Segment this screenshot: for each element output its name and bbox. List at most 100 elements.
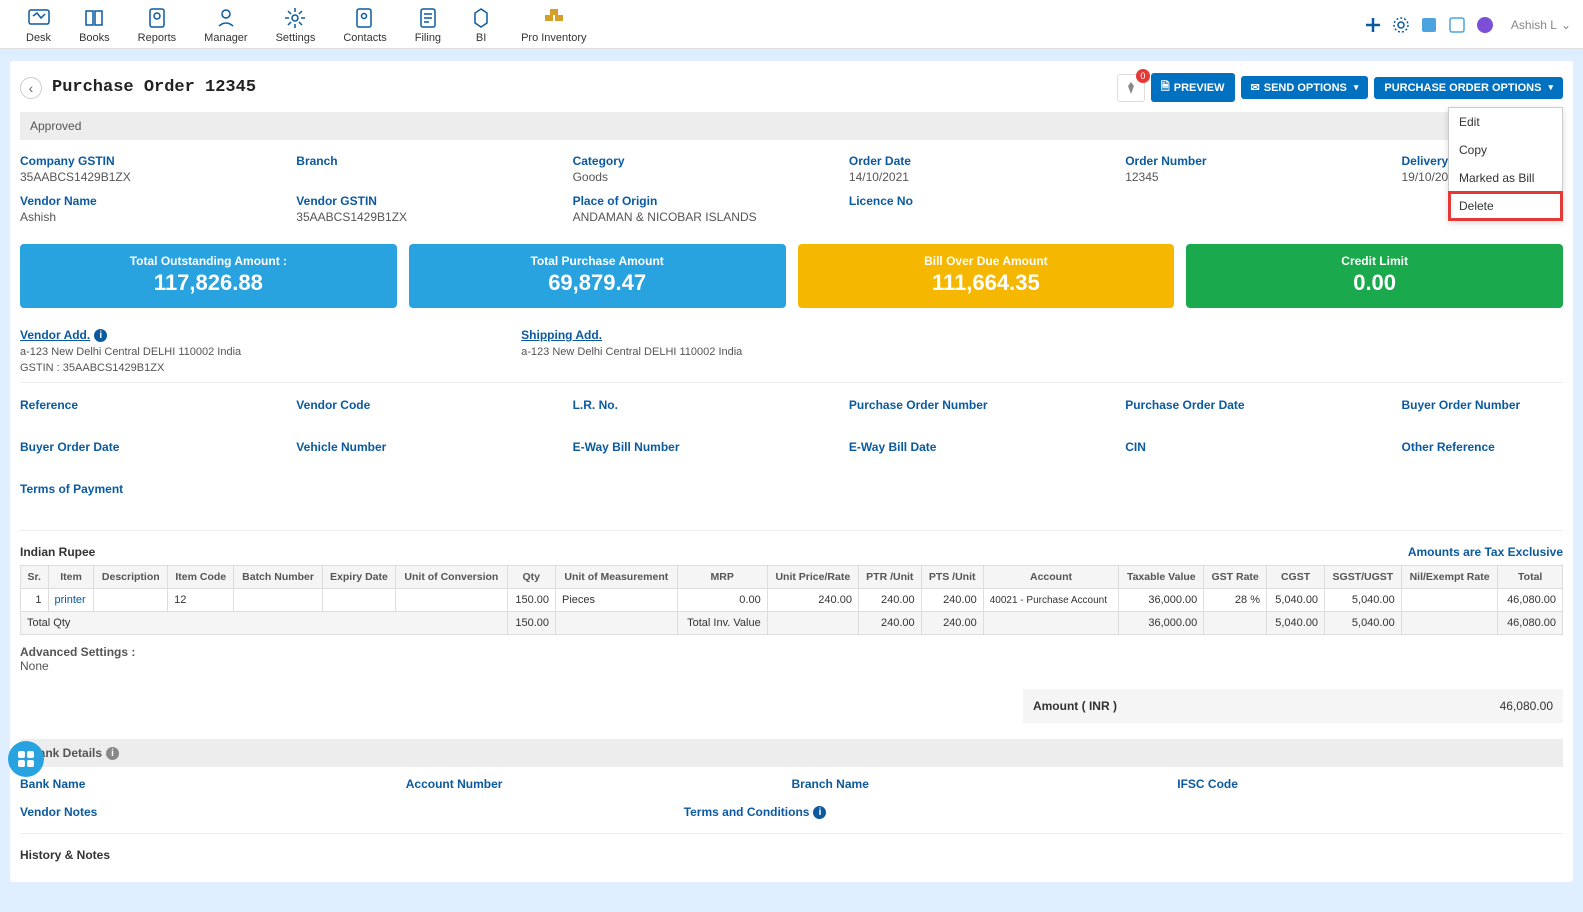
metrics-row: Total Outstanding Amount :117,826.88 Tot… bbox=[20, 244, 1563, 308]
calculator-icon[interactable] bbox=[1419, 15, 1439, 35]
status-bar: Approved bbox=[20, 112, 1563, 140]
nav-settings[interactable]: Settings bbox=[262, 4, 330, 46]
page-header: ‹ Purchase Order 12345 0 🗎PREVIEW ✉SEND … bbox=[20, 69, 1563, 112]
dropdown-delete[interactable]: Delete bbox=[1449, 192, 1562, 220]
label-vendor-code: Vendor Code bbox=[296, 398, 558, 412]
table-header: Unit of Conversion bbox=[396, 566, 507, 589]
advanced-settings: Advanced Settings : None bbox=[20, 635, 1563, 679]
top-nav: Desk Books Reports Manager Settings Cont… bbox=[0, 0, 1583, 49]
label-order-date: Order Date bbox=[849, 154, 1111, 168]
po-options-button[interactable]: PURCHASE ORDER OPTIONS bbox=[1374, 77, 1563, 99]
table-header: PTR /Unit bbox=[858, 566, 921, 589]
value-company-gstin: 35AABCS1429B1ZX bbox=[20, 170, 282, 184]
history-notes-header: History & Notes bbox=[20, 838, 1563, 862]
apps-icon[interactable] bbox=[1475, 15, 1495, 35]
info-icon: i bbox=[94, 329, 107, 342]
label-account-number: Account Number bbox=[406, 777, 792, 791]
dropdown-copy[interactable]: Copy bbox=[1449, 136, 1562, 164]
mail-icon: ✉ bbox=[1251, 81, 1260, 94]
items-table: Sr.ItemDescriptionItem CodeBatch NumberE… bbox=[20, 565, 1563, 635]
value-vendor-gstin: 35AABCS1429B1ZX bbox=[296, 210, 558, 224]
table-header: PTS /Unit bbox=[921, 566, 983, 589]
user-menu[interactable]: Ashish L⌄ bbox=[1511, 18, 1571, 32]
table-header: Unit Price/Rate bbox=[767, 566, 858, 589]
chevron-down-icon: ⌄ bbox=[1561, 18, 1571, 32]
table-header: Taxable Value bbox=[1119, 566, 1204, 589]
referral-icon[interactable] bbox=[1447, 15, 1467, 35]
label-vendor-gstin: Vendor GSTIN bbox=[296, 194, 558, 208]
table-header: Qty bbox=[507, 566, 556, 589]
vendor-notes-link[interactable]: Vendor Notes bbox=[20, 805, 97, 819]
back-button[interactable]: ‹ bbox=[20, 77, 42, 99]
label-buyer-order-number: Buyer Order Number bbox=[1401, 398, 1583, 412]
table-header: Item Code bbox=[168, 566, 234, 589]
value-order-number: 12345 bbox=[1125, 170, 1387, 184]
vendor-address-label[interactable]: Vendor Add.i bbox=[20, 328, 241, 342]
settings-icon bbox=[283, 6, 307, 30]
nav-contacts[interactable]: Contacts bbox=[329, 4, 400, 46]
shipping-address-label[interactable]: Shipping Add. bbox=[521, 328, 742, 342]
table-header: Unit of Measurement bbox=[556, 566, 678, 589]
header-actions: 0 🗎PREVIEW ✉SEND OPTIONS PURCHASE ORDER … bbox=[1117, 73, 1563, 102]
reference-grid: Reference Vendor Code L.R. No. Purchase … bbox=[20, 387, 1563, 526]
page-title: Purchase Order 12345 bbox=[52, 78, 256, 97]
dropdown-mark-bill[interactable]: Marked as Bill bbox=[1449, 164, 1562, 192]
bi-icon bbox=[469, 6, 493, 30]
label-category: Category bbox=[573, 154, 835, 168]
label-reference: Reference bbox=[20, 398, 282, 412]
label-ifsc: IFSC Code bbox=[1177, 777, 1563, 791]
label-company-gstin: Company GSTIN bbox=[20, 154, 282, 168]
value-vendor-name: Ashish bbox=[20, 210, 282, 224]
label-vehicle-number: Vehicle Number bbox=[296, 440, 558, 454]
gear-icon[interactable] bbox=[1391, 15, 1411, 35]
label-cin: CIN bbox=[1125, 440, 1387, 454]
label-bank-name: Bank Name bbox=[20, 777, 406, 791]
bank-details-header: Bank Detailsi bbox=[20, 739, 1563, 767]
terms-link[interactable]: Terms and Conditionsi bbox=[684, 805, 827, 819]
metric-purchase: Total Purchase Amount69,879.47 bbox=[409, 244, 786, 308]
nav-pro-inventory[interactable]: Pro Inventory bbox=[507, 4, 600, 46]
contacts-icon bbox=[353, 6, 377, 30]
label-po-number: Purchase Order Number bbox=[849, 398, 1111, 412]
label-branch: Branch bbox=[296, 154, 558, 168]
table-header: CGST bbox=[1266, 566, 1324, 589]
address-row: Vendor Add.i a-123 New Delhi Central DEL… bbox=[20, 322, 1563, 378]
item-link[interactable]: printer bbox=[55, 594, 86, 606]
filing-icon bbox=[416, 6, 440, 30]
send-options-button[interactable]: ✉SEND OPTIONS bbox=[1241, 76, 1369, 99]
nav-books[interactable]: Books bbox=[65, 4, 124, 46]
attachment-button[interactable]: 0 bbox=[1117, 74, 1145, 102]
label-lr-no: L.R. No. bbox=[573, 398, 835, 412]
label-buyer-order-date: Buyer Order Date bbox=[20, 440, 282, 454]
label-po-date: Purchase Order Date bbox=[1125, 398, 1387, 412]
add-icon[interactable] bbox=[1363, 15, 1383, 35]
metric-overdue: Bill Over Due Amount111,664.35 bbox=[798, 244, 1175, 308]
top-nav-items: Desk Books Reports Manager Settings Cont… bbox=[12, 4, 600, 46]
nav-filing[interactable]: Filing bbox=[401, 4, 455, 46]
desk-icon bbox=[27, 6, 51, 30]
currency-label: Indian Rupee bbox=[20, 545, 95, 559]
attachment-badge: 0 bbox=[1136, 69, 1150, 83]
tax-note: Amounts are Tax Exclusive bbox=[1408, 545, 1563, 559]
table-header: Item bbox=[48, 566, 94, 589]
nav-bi[interactable]: BI bbox=[455, 4, 507, 46]
po-options-dropdown: Edit Copy Marked as Bill Delete bbox=[1448, 107, 1563, 221]
floating-app-icon[interactable] bbox=[8, 741, 44, 777]
nav-reports[interactable]: Reports bbox=[124, 4, 191, 46]
nav-desk[interactable]: Desk bbox=[12, 4, 65, 46]
metric-credit: Credit Limit0.00 bbox=[1186, 244, 1563, 308]
label-vendor-name: Vendor Name bbox=[20, 194, 282, 208]
amount-bar: Amount ( INR ) 46,080.00 bbox=[1023, 689, 1563, 723]
label-licence-no: Licence No bbox=[849, 194, 1111, 208]
preview-button[interactable]: 🗎PREVIEW bbox=[1151, 73, 1235, 102]
nav-manager[interactable]: Manager bbox=[190, 4, 261, 46]
table-header: SGST/UGST bbox=[1325, 566, 1402, 589]
table-header: Total bbox=[1498, 566, 1563, 589]
dropdown-edit[interactable]: Edit bbox=[1449, 108, 1562, 136]
table-header: GST Rate bbox=[1204, 566, 1267, 589]
value-place-origin: ANDAMAN & NICOBAR ISLANDS bbox=[573, 210, 835, 224]
inventory-icon bbox=[542, 6, 566, 30]
table-header: MRP bbox=[677, 566, 767, 589]
info-icon: i bbox=[813, 806, 826, 819]
books-icon bbox=[82, 6, 106, 30]
